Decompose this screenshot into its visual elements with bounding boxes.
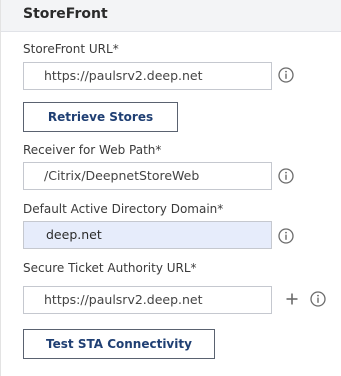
section-header: StoreFront	[1, 0, 341, 32]
add-sta-plus-icon[interactable]	[286, 293, 298, 305]
storefront-url-input[interactable]: https://paulsrv2.deep.net	[23, 62, 272, 90]
receiver-web-path-info-icon[interactable]	[278, 168, 294, 184]
storefront-url-info-icon[interactable]	[278, 67, 294, 83]
ad-domain-label: Default Active Directory Domain*	[23, 202, 224, 216]
storefront-panel: StoreFront StoreFront URL* https://pauls…	[0, 0, 341, 376]
sta-url-input[interactable]: https://paulsrv2.deep.net	[23, 286, 272, 314]
receiver-web-path-label: Receiver for Web Path*	[23, 143, 162, 157]
receiver-web-path-input[interactable]: /Citrix/DeepnetStoreWeb	[23, 162, 272, 190]
sta-url-info-icon[interactable]	[310, 291, 326, 307]
test-sta-connectivity-button[interactable]: Test STA Connectivity	[23, 329, 215, 359]
sta-url-label: Secure Ticket Authority URL*	[23, 261, 197, 275]
ad-domain-input[interactable]: deep.net	[23, 221, 272, 249]
ad-domain-info-icon[interactable]	[278, 228, 294, 244]
section-title: StoreFront	[23, 6, 108, 22]
storefront-url-label: StoreFront URL*	[23, 42, 119, 56]
retrieve-stores-button[interactable]: Retrieve Stores	[23, 102, 178, 132]
